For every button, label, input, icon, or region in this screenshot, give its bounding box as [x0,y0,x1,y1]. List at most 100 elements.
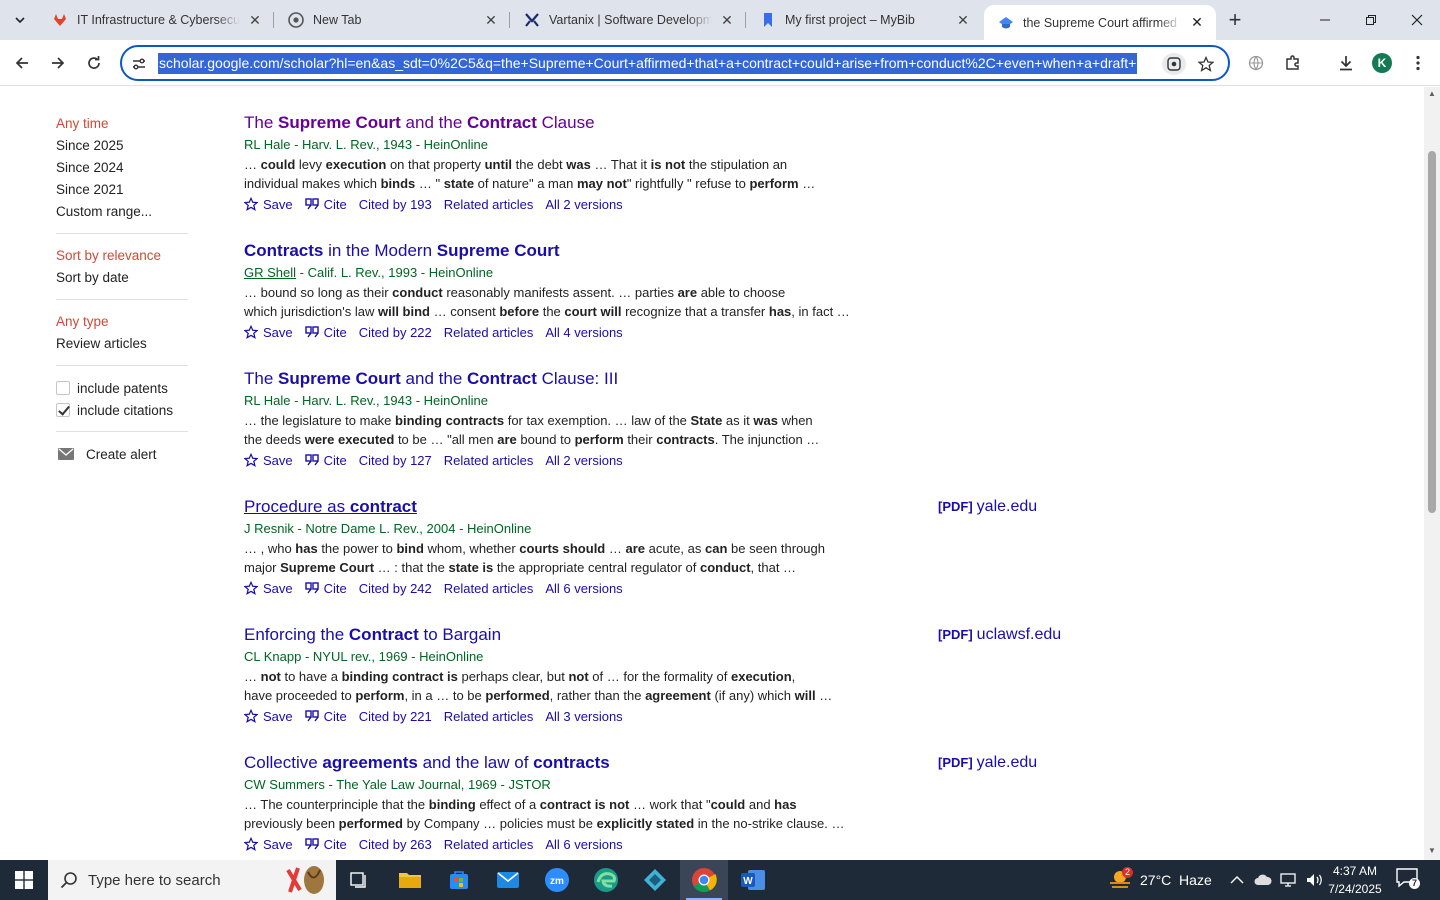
scroll-down-icon[interactable]: ▼ [1427,846,1437,856]
result-title-link[interactable]: Procedure as contract [244,495,417,519]
cited-by-link[interactable]: Cited by 263 [359,837,432,852]
all-versions-link[interactable]: All 6 versions [545,837,622,852]
tab-vartanix[interactable]: Vartanix | Software Development ✕ [510,0,746,40]
pdf-link[interactable]: [PDF] yale.edu [938,495,1037,519]
close-icon[interactable]: ✕ [1188,14,1206,32]
save-button[interactable]: Save [244,197,293,212]
result-title-link[interactable]: Collective agreements and the law of con… [244,751,610,775]
sort-by-date[interactable]: Sort by date [56,267,188,289]
result-title-link[interactable]: The Supreme Court and the Contract Claus… [244,367,618,391]
cited-by-link[interactable]: Cited by 242 [359,581,432,596]
extensions-button[interactable] [1279,49,1307,77]
tab-scholar-active[interactable]: the Supreme Court affirmed that ✕ [984,5,1216,40]
close-icon[interactable]: ✕ [482,11,500,29]
word-button[interactable]: W [729,860,777,900]
result-title-link[interactable]: Contracts in the Modern Supreme Court [244,239,560,263]
google-lens-icon[interactable] [1162,53,1186,75]
related-articles-link[interactable]: Related articles [444,453,534,468]
taskbar-search-box[interactable]: Type here to search [48,860,336,900]
mail-button[interactable] [484,860,532,900]
bookmark-star-icon[interactable] [1194,52,1218,76]
author-link[interactable]: GR Shell [244,265,296,280]
pdf-link[interactable]: [PDF] yale.edu [938,751,1037,775]
save-button[interactable]: Save [244,581,293,596]
cited-by-link[interactable]: Cited by 222 [359,325,432,340]
filter-since-2021[interactable]: Since 2021 [56,179,188,201]
tab-new-tab[interactable]: New Tab ✕ [274,0,510,40]
all-versions-link[interactable]: All 4 versions [545,325,622,340]
checkbox-checked-icon[interactable] [56,403,70,417]
result-title-link[interactable]: The Supreme Court and the Contract Claus… [244,111,595,135]
filter-custom-range[interactable]: Custom range... [56,201,188,223]
minimize-button[interactable] [1302,0,1348,40]
include-citations-checkbox[interactable]: include citations [56,399,188,421]
store-button[interactable] [435,860,483,900]
taskbar-clock[interactable]: 4:37 AM 7/24/2025 [1322,862,1388,898]
new-tab-button[interactable]: + [1222,7,1248,32]
close-icon[interactable]: ✕ [246,11,264,29]
cite-button[interactable]: Cite [304,325,347,340]
related-articles-link[interactable]: Related articles [444,325,534,340]
scroll-up-icon[interactable]: ▲ [1427,89,1437,99]
start-button[interactable] [0,860,48,900]
related-articles-link[interactable]: Related articles [444,837,534,852]
cited-by-link[interactable]: Cited by 127 [359,453,432,468]
save-button[interactable]: Save [244,453,293,468]
all-versions-link[interactable]: All 2 versions [545,197,622,212]
all-versions-link[interactable]: All 3 versions [545,709,622,724]
save-button[interactable]: Save [244,837,293,852]
all-versions-link[interactable]: All 6 versions [545,581,622,596]
filter-any-type[interactable]: Any type [56,311,188,333]
close-window-button[interactable] [1394,0,1440,40]
zoom-button[interactable]: zm [533,860,581,900]
related-articles-link[interactable]: Related articles [444,197,534,212]
scrollbar-thumb[interactable] [1428,151,1436,513]
related-articles-link[interactable]: Related articles [444,581,534,596]
site-info-icon[interactable] [128,53,150,75]
app-diamond-button[interactable] [631,860,679,900]
forward-button[interactable] [44,49,72,77]
edge-button[interactable] [582,860,630,900]
address-bar[interactable]: scholar.google.com/scholar?hl=en&as_sdt=… [120,45,1230,81]
cite-button[interactable]: Cite [304,197,347,212]
chevron-up-icon[interactable] [1230,875,1244,885]
vertical-scrollbar[interactable]: ▲ ▼ [1424,87,1440,860]
task-view-button[interactable] [336,860,384,900]
tab-search-button[interactable] [6,6,34,34]
cite-button[interactable]: Cite [304,581,347,596]
result-title-link[interactable]: Enforcing the Contract to Bargain [244,623,501,647]
back-button[interactable] [8,49,36,77]
save-button[interactable]: Save [244,325,293,340]
weather-widget[interactable]: 2 27°C Haze [1108,860,1212,900]
chrome-taskbar-button[interactable] [680,860,728,900]
restore-button[interactable] [1348,0,1394,40]
filter-any-time[interactable]: Any time [56,113,188,135]
translate-button[interactable] [1242,49,1270,77]
cite-button[interactable]: Cite [304,453,347,468]
all-versions-link[interactable]: All 2 versions [545,453,622,468]
notifications-button[interactable]: 7 [1396,868,1422,892]
tab-it-infrastructure[interactable]: IT Infrastructure & Cybersecurity ✕ [38,0,274,40]
close-icon[interactable]: ✕ [718,11,736,29]
include-patents-checkbox[interactable]: include patents [56,377,188,399]
close-icon[interactable]: ✕ [954,11,972,29]
filter-review-articles[interactable]: Review articles [56,333,188,355]
cited-by-link[interactable]: Cited by 193 [359,197,432,212]
cite-button[interactable]: Cite [304,709,347,724]
onedrive-icon[interactable] [1254,873,1272,887]
system-tray[interactable] [1230,860,1324,900]
file-explorer-button[interactable] [386,860,434,900]
url-text[interactable]: scholar.google.com/scholar?hl=en&as_sdt=… [158,53,1138,74]
downloads-button[interactable] [1332,49,1360,77]
filter-since-2024[interactable]: Since 2024 [56,157,188,179]
cited-by-link[interactable]: Cited by 221 [359,709,432,724]
profile-avatar[interactable]: K [1372,53,1392,73]
create-alert-link[interactable]: Create alert [56,443,188,465]
reload-button[interactable] [80,49,108,77]
tab-mybib[interactable]: My first project – MyBib ✕ [746,0,982,40]
checkbox-icon[interactable] [56,381,70,395]
save-button[interactable]: Save [244,709,293,724]
chrome-menu-button[interactable] [1404,49,1432,77]
cite-button[interactable]: Cite [304,837,347,852]
network-icon[interactable] [1280,873,1298,887]
